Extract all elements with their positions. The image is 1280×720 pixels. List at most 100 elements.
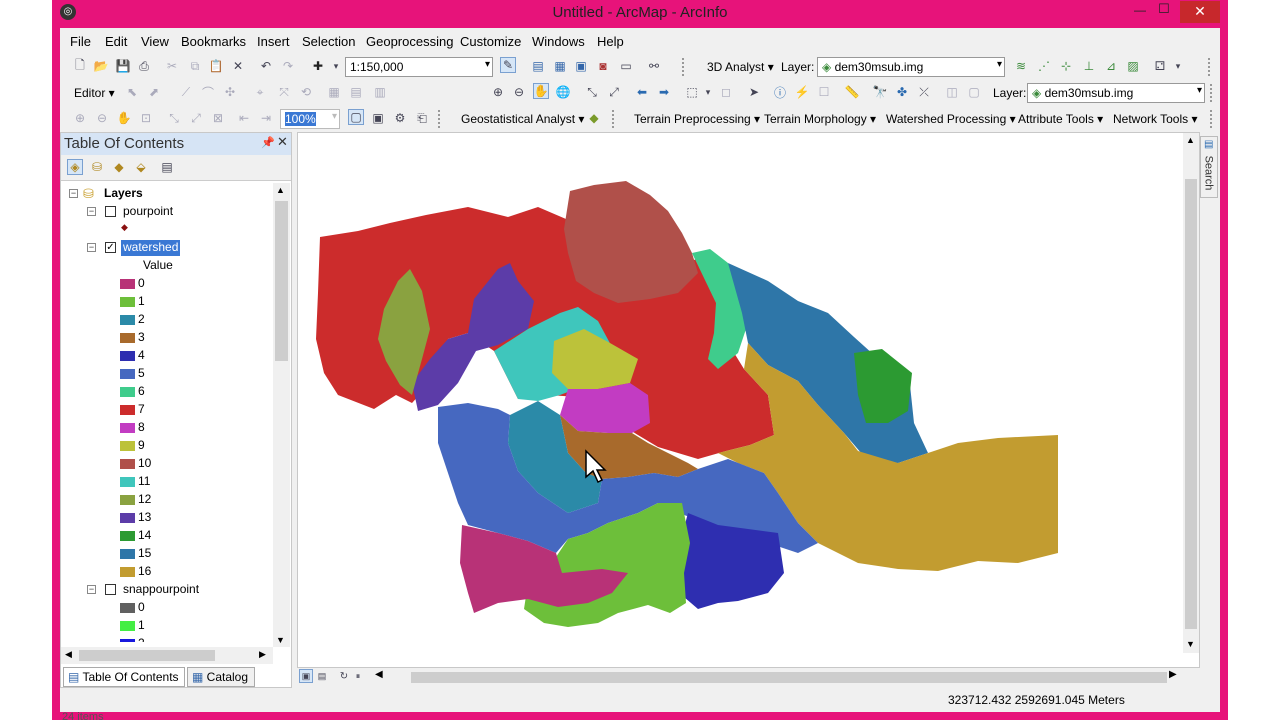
snappourpoint-class-swatch[interactable] xyxy=(120,603,135,613)
data-driven-pages-icon[interactable]: ⎗ xyxy=(414,110,430,126)
snappourpoint-layer-name[interactable]: snappourpoint xyxy=(123,582,199,598)
interpolate-line-icon[interactable]: ⊥ xyxy=(1081,58,1097,74)
layout-fixed-zoom-in-icon[interactable]: ⤡ xyxy=(166,110,182,126)
watershed-class-swatch[interactable] xyxy=(120,423,135,433)
menu-insert[interactable]: Insert xyxy=(257,34,290,49)
watershed-checkbox[interactable]: ✓ xyxy=(105,242,116,253)
data-view-icon[interactable]: ▣ xyxy=(299,669,313,683)
select-features-icon[interactable]: ⬚ xyxy=(684,84,700,100)
toc-vertical-scrollbar[interactable]: ▲ ▼ xyxy=(273,183,290,647)
network-tools-menu[interactable]: Network Tools ▾ xyxy=(1113,112,1198,126)
straight-segment-icon[interactable]: ⟋ xyxy=(178,84,194,100)
toolbar-grip-right[interactable] xyxy=(1208,58,1214,76)
toc-options-icon[interactable]: ▤ xyxy=(159,159,175,175)
zoom-percent-combo[interactable]: 100% ▾ xyxy=(280,109,340,129)
layout-fixed-zoom-out-icon[interactable]: ⤢ xyxy=(188,110,204,126)
list-by-drawing-order-icon[interactable]: ◈ xyxy=(67,159,83,175)
open-folder-icon[interactable]: 📂 xyxy=(93,58,109,74)
steepest-path-icon[interactable]: ⋰ xyxy=(1036,58,1052,74)
watershed-collapse-icon[interactable]: − xyxy=(87,243,96,252)
watershed-class-swatch[interactable] xyxy=(120,369,135,379)
change-layout-icon[interactable]: ⚙ xyxy=(392,110,408,126)
map-hscroll-thumb[interactable] xyxy=(411,672,1167,683)
watershed-class-swatch[interactable] xyxy=(120,567,135,577)
menu-bookmarks[interactable]: Bookmarks xyxy=(181,34,246,49)
chart-icon[interactable]: ⚁ xyxy=(1152,58,1168,74)
find-icon[interactable]: 🔭 xyxy=(872,84,888,100)
layout-pan-icon[interactable]: ✋ xyxy=(116,110,132,126)
endpoint-arc-icon[interactable]: ⌒ xyxy=(200,84,216,100)
select-dropdown-icon[interactable]: ▾ xyxy=(700,84,716,100)
refresh-icon[interactable]: ↻ xyxy=(337,669,351,683)
scroll-right-icon[interactable]: ▶ xyxy=(259,649,266,660)
spatial-analyst-layer-combo[interactable]: ◈ dem30msub.img ▾ xyxy=(1027,83,1205,103)
contour-icon[interactable]: ≋ xyxy=(1013,58,1029,74)
watershed-class-swatch[interactable] xyxy=(120,279,135,289)
previous-extent-icon[interactable]: ⇤ xyxy=(236,110,252,126)
zoom-out-icon[interactable]: ⊖ xyxy=(511,84,527,100)
maximize-button[interactable]: ☐ xyxy=(1154,1,1174,17)
editor-menu[interactable]: Editor ▾ xyxy=(74,86,115,100)
toolbar-grip-5[interactable] xyxy=(1210,110,1216,128)
search-side-tab[interactable]: ▤ Search xyxy=(1200,136,1218,198)
python-window-icon[interactable]: ▭ xyxy=(618,58,634,74)
layout-zoom-out-icon[interactable]: ⊖ xyxy=(94,110,110,126)
map-scroll-right-icon[interactable]: ▶ xyxy=(1169,669,1177,680)
layout-zoom-in-icon[interactable]: ⊕ xyxy=(72,110,88,126)
measure-icon[interactable]: 📏 xyxy=(844,84,860,100)
pourpoint-layer-name[interactable]: pourpoint xyxy=(123,204,173,220)
terrain-morphology-menu[interactable]: Terrain Morphology ▾ xyxy=(764,112,876,126)
zoom-whole-page-icon[interactable]: ⊡ xyxy=(138,110,154,126)
menu-windows[interactable]: Windows xyxy=(532,34,585,49)
toolbar-grip[interactable] xyxy=(682,58,688,76)
tab-catalog[interactable]: ▦ Catalog xyxy=(187,667,255,687)
geostat-wizard-icon[interactable]: ◆ xyxy=(586,110,602,126)
clear-selection-icon[interactable]: ◻ xyxy=(718,84,734,100)
watershed-map[interactable] xyxy=(298,133,1184,659)
menu-selection[interactable]: Selection xyxy=(302,34,355,49)
toc-close-icon[interactable]: ✕ xyxy=(277,134,288,150)
scroll-up-icon[interactable]: ▲ xyxy=(276,185,285,195)
menu-file[interactable]: File xyxy=(70,34,91,49)
snappourpoint-collapse-icon[interactable]: − xyxy=(87,585,96,594)
toolbar-grip-4[interactable] xyxy=(612,110,618,128)
3d-analyst-menu[interactable]: 3D Analyst ▾ xyxy=(707,60,774,74)
viewer-window-icon[interactable]: ▢ xyxy=(966,84,982,100)
pourpoint-checkbox[interactable] xyxy=(105,206,116,217)
split-tool-icon[interactable]: ⤧ xyxy=(276,84,292,100)
redo-icon[interactable]: ↷ xyxy=(280,58,296,74)
interpolate-point-icon[interactable]: ⊹ xyxy=(1058,58,1074,74)
find-route-icon[interactable]: ✤ xyxy=(894,84,910,100)
menu-geoprocessing[interactable]: Geoprocessing xyxy=(366,34,453,49)
watershed-class-swatch[interactable] xyxy=(120,459,135,469)
geostatistical-analyst-menu[interactable]: Geostatistical Analyst ▾ xyxy=(461,112,584,126)
back-extent-icon[interactable]: ⬅ xyxy=(634,84,650,100)
map-vscroll-thumb[interactable] xyxy=(1185,179,1197,629)
list-by-visibility-icon[interactable]: ◆ xyxy=(111,159,127,175)
pourpoint-collapse-icon[interactable]: − xyxy=(87,207,96,216)
watershed-class-swatch[interactable] xyxy=(120,351,135,361)
attribute-tools-menu[interactable]: Attribute Tools ▾ xyxy=(1018,112,1103,126)
forward-extent-icon[interactable]: ➡ xyxy=(656,84,672,100)
toc-hscroll-thumb[interactable] xyxy=(79,650,215,661)
zoom-in-icon[interactable]: ⊕ xyxy=(490,84,506,100)
list-by-selection-icon[interactable]: ⬙ xyxy=(133,159,149,175)
fixed-zoom-in-icon[interactable]: ⤡ xyxy=(584,84,600,100)
edit-tool-icon[interactable]: ⬉ xyxy=(124,84,140,100)
toolbar-grip-2[interactable] xyxy=(1210,84,1216,102)
toc-horizontal-scrollbar[interactable]: ◀ ▶ xyxy=(61,647,273,664)
toggle-draft-mode-icon[interactable]: ▢ xyxy=(348,109,364,125)
pause-drawing-icon[interactable]: ⏸ xyxy=(351,669,365,683)
toolbar-grip-3[interactable] xyxy=(438,110,444,128)
create-features-icon[interactable]: ▥ xyxy=(372,84,388,100)
snappourpoint-class-swatch[interactable] xyxy=(120,639,135,642)
copy-icon[interactable]: ⧉ xyxy=(187,58,203,74)
minimize-button[interactable]: — xyxy=(1130,3,1150,17)
watershed-class-swatch[interactable] xyxy=(120,549,135,559)
scroll-left-icon[interactable]: ◀ xyxy=(65,649,72,660)
map-scroll-up-icon[interactable]: ▲ xyxy=(1186,135,1195,145)
watershed-layer-name[interactable]: watershed xyxy=(121,240,181,256)
map-scale-combo[interactable]: 1:150,000 ▾ xyxy=(345,57,493,77)
paste-icon[interactable]: 📋 xyxy=(208,58,224,74)
close-button[interactable]: ✕ xyxy=(1180,1,1220,23)
